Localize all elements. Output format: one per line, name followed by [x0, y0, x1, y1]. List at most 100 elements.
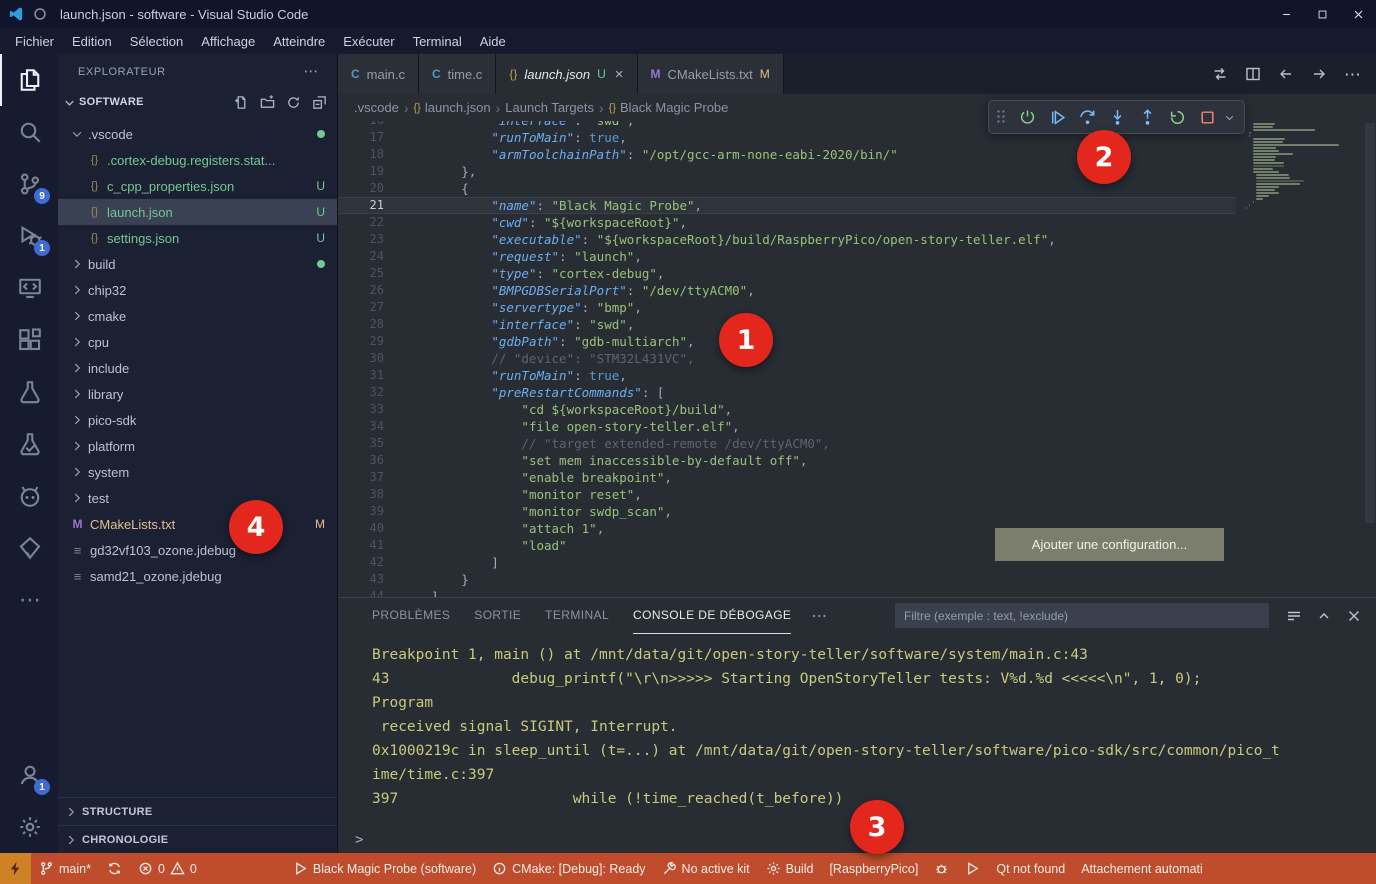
status-qt-status[interactable]: Qt not found — [988, 853, 1073, 884]
activity-item-explorer[interactable] — [0, 54, 58, 106]
status-sync[interactable] — [99, 853, 130, 884]
panel-tab-sortie[interactable]: SORTIE — [474, 598, 521, 634]
activity-item-settings[interactable] — [0, 801, 58, 853]
remote-indicator[interactable] — [0, 853, 31, 884]
reset-button[interactable] — [1013, 104, 1041, 130]
tab-cmakelists-txt[interactable]: MCMakeLists.txtM — [638, 54, 784, 94]
code-line-44[interactable]: 44 ] — [338, 588, 1236, 597]
line-number[interactable]: 39 — [338, 503, 401, 520]
status-cmake-kit[interactable]: No active kit — [654, 853, 758, 884]
status-cmake-status[interactable]: CMake: [Debug]: Ready — [484, 853, 653, 884]
chevron-down-icon[interactable] — [1223, 111, 1237, 124]
menu-aide[interactable]: Aide — [471, 31, 515, 52]
panel-tab-console-de-d-bogage[interactable]: CONSOLE DE DÉBOGAGE — [633, 598, 791, 634]
arrow-left-icon[interactable] — [1278, 66, 1294, 82]
step-over-button[interactable] — [1073, 104, 1101, 130]
line-number[interactable]: 31 — [338, 367, 401, 384]
compare-icon[interactable] — [1212, 66, 1228, 82]
activity-item-kite[interactable] — [0, 522, 58, 574]
filter-lines-icon[interactable] — [1286, 608, 1302, 624]
menu-atteindre[interactable]: Atteindre — [264, 31, 334, 52]
breadcrumb-item-launch-json[interactable]: {}launch.json — [413, 100, 490, 115]
activity-item-test-explorer[interactable] — [0, 418, 58, 470]
line-number[interactable]: 40 — [338, 520, 401, 537]
drag-handle-icon[interactable] — [996, 109, 1006, 125]
line-number[interactable]: 26 — [338, 282, 401, 299]
refresh-icon[interactable] — [286, 95, 301, 110]
line-number[interactable]: 18 — [338, 146, 401, 163]
console-filter-input[interactable] — [895, 603, 1269, 628]
tree-item-cmakelists-txt[interactable]: MCMakeLists.txtM — [58, 511, 337, 537]
step-into-button[interactable] — [1103, 104, 1131, 130]
line-number[interactable]: 19 — [338, 163, 401, 180]
activity-item-search[interactable] — [0, 106, 58, 158]
close-button[interactable] — [1340, 0, 1376, 28]
new-file-icon[interactable] — [234, 95, 249, 110]
code-line-29[interactable]: 29 "gdbPath": "gdb-multiarch", — [338, 333, 1236, 350]
status-git-branch[interactable]: main* — [31, 853, 99, 884]
code-line-22[interactable]: 22 "cwd": "${workspaceRoot}", — [338, 214, 1236, 231]
line-number[interactable]: 21 — [338, 197, 401, 214]
close-icon[interactable] — [1346, 608, 1362, 624]
line-number[interactable]: 28 — [338, 316, 401, 333]
tree-item-launch-json[interactable]: {}launch.jsonU — [58, 199, 337, 225]
code-editor[interactable]: 16 "interface": "swd",17 "runToMain": tr… — [338, 121, 1376, 597]
tree-item-cortex-debug-registers-stat[interactable]: {}.cortex-debug.registers.stat... — [58, 147, 337, 173]
code-line-43[interactable]: 43 } — [338, 571, 1236, 588]
section-structure[interactable]: STRUCTURE — [58, 797, 337, 825]
menu-s-lection[interactable]: Sélection — [121, 31, 192, 52]
add-configuration-button[interactable]: Ajouter une configuration... — [995, 528, 1224, 561]
activity-item-run-and-debug[interactable]: 1 — [0, 210, 58, 262]
status-debug[interactable] — [926, 853, 957, 884]
arrow-right-icon[interactable] — [1311, 66, 1327, 82]
line-number[interactable]: 38 — [338, 486, 401, 503]
collapse-all-icon[interactable] — [312, 95, 327, 110]
breadcrumb-item-vscode[interactable]: .vscode — [354, 100, 399, 115]
chevron-up-icon[interactable] — [1316, 608, 1332, 624]
tree-item-cpu[interactable]: cpu — [58, 329, 337, 355]
code-line-39[interactable]: 39 "monitor swdp_scan", — [338, 503, 1236, 520]
line-number[interactable]: 36 — [338, 452, 401, 469]
panel-tab-terminal[interactable]: TERMINAL — [545, 598, 609, 634]
split-editor-icon[interactable] — [1245, 66, 1261, 82]
code-line-36[interactable]: 36 "set mem inaccessible-by-default off"… — [338, 452, 1236, 469]
console-prompt[interactable]: > — [355, 832, 363, 848]
menu-terminal[interactable]: Terminal — [404, 31, 471, 52]
code-line-31[interactable]: 31 "runToMain": true, — [338, 367, 1236, 384]
line-number[interactable]: 34 — [338, 418, 401, 435]
restart-button[interactable] — [1163, 104, 1191, 130]
tree-item-library[interactable]: library — [58, 381, 337, 407]
breadcrumb-item-launch-targets[interactable]: Launch Targets — [505, 100, 594, 115]
line-number[interactable]: 24 — [338, 248, 401, 265]
line-number[interactable]: 33 — [338, 401, 401, 418]
tab-launch-json[interactable]: {}launch.jsonU× — [496, 54, 637, 94]
tab-time-c[interactable]: Ctime.c — [419, 54, 496, 94]
code-line-33[interactable]: 33 "cd ${workspaceRoot}/build", — [338, 401, 1236, 418]
tree-item-build[interactable]: build — [58, 251, 337, 277]
tree-item-c-cpp-properties-json[interactable]: {}c_cpp_properties.jsonU — [58, 173, 337, 199]
activity-item-extensions[interactable] — [0, 314, 58, 366]
line-number[interactable]: 17 — [338, 129, 401, 146]
line-number[interactable]: 20 — [338, 180, 401, 197]
tree-item-vscode[interactable]: .vscode — [58, 121, 337, 147]
line-number[interactable]: 32 — [338, 384, 401, 401]
status-cmake-build[interactable]: Build — [758, 853, 822, 884]
tab-main-c[interactable]: Cmain.c — [338, 54, 419, 94]
minimap[interactable] — [1242, 123, 1362, 597]
tree-item-test[interactable]: test — [58, 485, 337, 511]
continue-button[interactable] — [1043, 104, 1071, 130]
code-line-38[interactable]: 38 "monitor reset", — [338, 486, 1236, 503]
line-number[interactable]: 30 — [338, 350, 401, 367]
code-line-27[interactable]: 27 "servertype": "bmp", — [338, 299, 1236, 316]
activity-item-remote-explorer[interactable] — [0, 262, 58, 314]
tree-item-platform[interactable]: platform — [58, 433, 337, 459]
status-auto-attach[interactable]: Attachement automati — [1073, 853, 1211, 884]
line-number[interactable]: 42 — [338, 554, 401, 571]
code-line-24[interactable]: 24 "request": "launch", — [338, 248, 1236, 265]
line-number[interactable]: 35 — [338, 435, 401, 452]
code-line-32[interactable]: 32 "preRestartCommands": [ — [338, 384, 1236, 401]
tree-item-cmake[interactable]: cmake — [58, 303, 337, 329]
status-launch[interactable] — [957, 853, 988, 884]
menu-edition[interactable]: Edition — [63, 31, 121, 52]
panel-more-icon[interactable]: ⋯ — [811, 606, 827, 626]
